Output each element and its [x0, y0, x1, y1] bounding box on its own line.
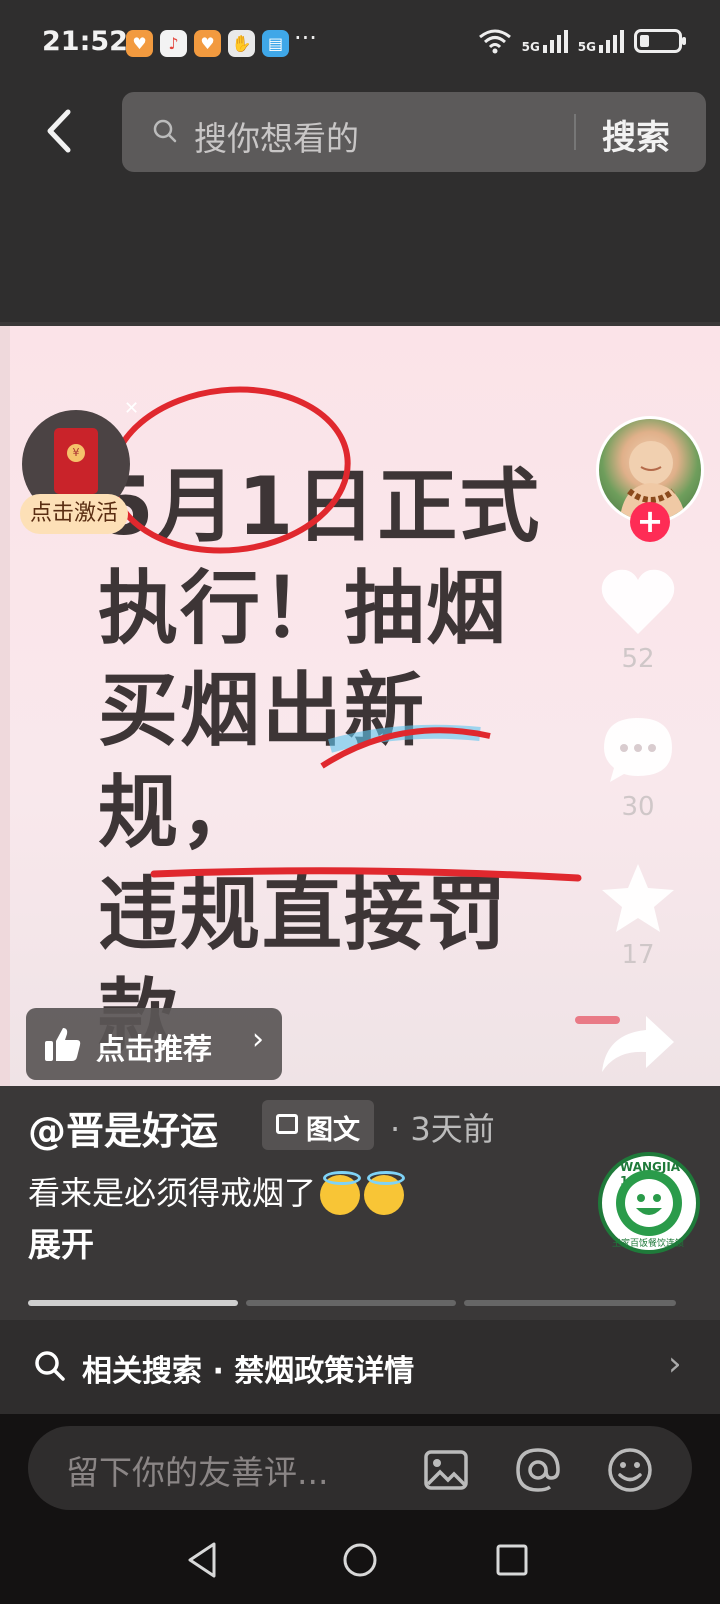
red-packet-label[interactable]: 点击激活 [20, 494, 129, 534]
like-count: 52 [621, 644, 655, 674]
follow-plus-button[interactable]: + [630, 502, 670, 542]
brand-badge[interactable]: WANGJIA 1988 王家百饭餐饮连锁 [598, 1152, 700, 1254]
search-button[interactable]: 搜索 [602, 110, 670, 159]
back-arrow-icon[interactable] [40, 106, 80, 156]
badge-subtitle: 王家百饭餐饮连锁 [612, 1239, 685, 1249]
close-icon[interactable]: ✕ [124, 398, 139, 419]
recommend-label: 点击推荐 [96, 1032, 213, 1066]
comment-input[interactable]: 留下你的友善评... [28, 1426, 692, 1510]
notification-icons: ♥ ♪ ♥ ✋ ▤ [126, 30, 289, 57]
related-search-text: 相关搜索 · 禁烟政策详情 [82, 1354, 415, 1389]
post-description: 看来是必须得戒烟了 [28, 1168, 406, 1215]
comment-placeholder: 留下你的友善评... [66, 1453, 329, 1492]
post-type-tag: 图文 [262, 1100, 374, 1150]
chevron-right-icon: › [252, 1022, 264, 1057]
image-progress-2 [246, 1300, 456, 1306]
back-nav-icon[interactable] [182, 1538, 226, 1582]
image-progress-1 [28, 1300, 238, 1306]
author-name[interactable]: @晋是好运 [28, 1100, 218, 1155]
more-notifications: ··· [294, 24, 317, 52]
book-app-icon: ▤ [262, 30, 289, 57]
image-text-icon [276, 1114, 298, 1134]
coin-icon: ¥ [67, 444, 85, 462]
related-search-bar[interactable]: 相关搜索 · 禁烟政策详情 › [0, 1320, 720, 1414]
system-navigation-bar [0, 1520, 720, 1604]
search-input[interactable]: 搜你想看的 搜索 [122, 92, 706, 172]
description-text: 看来是必须得戒烟了 [28, 1174, 317, 1212]
mention-icon[interactable] [514, 1446, 562, 1494]
post-time: · 3天前 [390, 1110, 495, 1148]
system-icons: 5G 5G [478, 28, 686, 54]
expand-link[interactable]: 展开 [28, 1218, 94, 1266]
heart-app-icon: ♥ [194, 30, 221, 57]
share-arrow-icon [602, 1016, 674, 1072]
battery-icon [634, 29, 686, 53]
home-nav-icon[interactable] [338, 1538, 382, 1582]
comment-count: 30 [621, 792, 655, 822]
heart-app-icon: ♥ [126, 30, 153, 57]
image-picker-icon[interactable] [422, 1446, 470, 1494]
search-icon [35, 1351, 65, 1381]
comment-bubble-icon [604, 718, 672, 782]
search-header: 搜你想看的 搜索 [0, 90, 720, 322]
hand-app-icon: ✋ [228, 30, 255, 57]
wifi-icon [478, 29, 511, 54]
recents-nav-icon[interactable] [490, 1538, 534, 1582]
smiley-logo-icon [616, 1170, 682, 1236]
angel-emoji-icon [364, 1171, 406, 1215]
heart-icon [601, 569, 675, 634]
star-icon [602, 864, 674, 932]
recommend-button[interactable]: 点击推荐 › [26, 1008, 282, 1080]
favorite-count: 17 [621, 940, 655, 970]
status-bar: 21:52 ♥ ♪ ♥ ✋ ▤ ··· 5G 5G [0, 0, 720, 90]
angel-emoji-icon [320, 1171, 362, 1215]
search-placeholder: 搜你想看的 [194, 119, 359, 158]
like-button[interactable]: 52 [588, 566, 688, 674]
signal-5g-icon: 5G [522, 29, 568, 53]
chevron-right-icon: › [668, 1344, 682, 1384]
signal-5g-icon-2: 5G [578, 29, 624, 53]
clock: 21:52 [42, 26, 128, 57]
search-divider [574, 114, 576, 150]
comment-button[interactable]: 30 [588, 714, 688, 822]
search-icon [153, 119, 177, 143]
thumbs-up-icon [45, 1028, 81, 1061]
image-progress-3 [464, 1300, 676, 1306]
music-app-icon: ♪ [160, 30, 187, 57]
post-type-label: 图文 [306, 1115, 360, 1146]
emoji-icon[interactable] [606, 1446, 654, 1494]
favorite-button[interactable]: 17 [588, 862, 688, 970]
comment-bar: 留下你的友善评... [0, 1414, 720, 1520]
